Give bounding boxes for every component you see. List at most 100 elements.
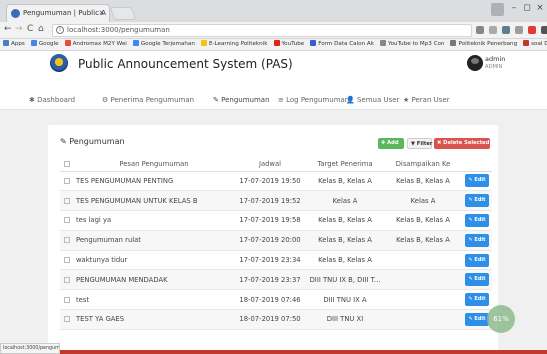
new-tab-button[interactable] [109, 7, 137, 20]
minimize-button[interactable]: – [507, 3, 521, 13]
bookmark-icon [30, 40, 37, 46]
cell-action: ✎ Edit [462, 289, 492, 311]
cell-disampaikan [384, 289, 462, 311]
url-input[interactable]: i localhost:3000/pengumuman [52, 24, 472, 37]
bookmark-item[interactable]: YouTube to Mp3 Con [379, 40, 444, 47]
bookmark-icon [3, 40, 9, 46]
row-checkbox[interactable] [60, 309, 74, 330]
row-checkbox[interactable] [60, 289, 74, 311]
bookmark-icon [450, 40, 457, 46]
tab-close-icon[interactable]: x [99, 5, 104, 21]
row-checkbox[interactable] [60, 269, 74, 291]
cell-target: Kelas B, Kelas A [306, 230, 384, 251]
bookmark-icon [310, 40, 317, 46]
announcement-table: Pesan Pengumuman Jadwal Target Penerima … [60, 157, 492, 330]
nav-semua-user[interactable]: 👤 Semua User [346, 96, 399, 104]
bookmark-item[interactable]: Andromax M2Y Wei [64, 40, 127, 47]
filter-button[interactable]: ▼ Filter [407, 138, 432, 149]
browser-window: Pengumuman | Public A x – ◻ × ← → C ⌂ i … [0, 0, 547, 354]
cell-jadwal: 18-07-2019 07:46 [234, 289, 306, 311]
table-row: tes lagi ya 17-07-2019 19:58 Kelas B, Kela… [60, 210, 492, 231]
close-window-button[interactable]: × [533, 3, 547, 13]
table-row: waktunya tidur 17-07-2019 23:34 Kelas B, K… [60, 250, 492, 271]
cell-pesan: TES PENGUMUMAN PENTING [74, 171, 234, 192]
bookmark-item[interactable]: soal DUS BOX SAMS [523, 40, 547, 47]
reload-icon[interactable]: C [27, 24, 33, 34]
table-header-row: Pesan Pengumuman Jadwal Target Penerima … [60, 157, 492, 172]
cell-jadwal: 17-07-2019 19:52 [234, 190, 306, 212]
bookmark-item[interactable]: Google Terjemahan [132, 40, 195, 47]
bookmark-item[interactable]: Google [30, 40, 59, 47]
bookmark-icon [379, 40, 386, 46]
star-icon[interactable] [489, 26, 497, 34]
cell-target: DIII TNU XI [306, 309, 384, 330]
avatar[interactable] [467, 55, 483, 71]
bookmark-icon [523, 40, 530, 46]
edit-icon: ✎ [468, 177, 473, 184]
profile-icon[interactable] [491, 3, 504, 16]
row-checkbox[interactable] [60, 210, 74, 231]
row-checkbox[interactable] [60, 171, 74, 192]
favicon-icon [11, 9, 20, 18]
extension-icon[interactable] [502, 26, 510, 34]
select-all-checkbox[interactable] [60, 157, 74, 172]
extension-icon[interactable] [541, 26, 547, 34]
delete-selected-button[interactable]: ✖ Delete Selected [434, 138, 490, 149]
bookmark-item[interactable]: Apps [3, 40, 25, 47]
bookmark-icon [200, 40, 207, 46]
cell-disampaikan: Kelas B, Kelas A [384, 210, 462, 231]
edit-button[interactable]: ✎ Edit [465, 233, 489, 247]
edit-button[interactable]: ✎ Edit [465, 273, 489, 287]
edit-button[interactable]: ✎ Edit [465, 213, 489, 227]
nav-dashboard[interactable]: ✱ Dashboard [29, 96, 75, 104]
col-header-pesan: Pesan Pengumuman [74, 157, 234, 172]
edit-button[interactable]: ✎ Edit [465, 293, 489, 307]
cell-target: Kelas B, Kelas A [306, 171, 384, 192]
home-icon[interactable]: ⌂ [38, 24, 44, 34]
row-checkbox[interactable] [60, 250, 74, 271]
edit-button[interactable]: ✎ Edit [465, 253, 489, 267]
address-bar-row: ← → C ⌂ i localhost:3000/pengumuman [0, 22, 547, 39]
zoom-icon[interactable] [476, 26, 484, 34]
bookmark-item[interactable]: YouTube [273, 40, 304, 47]
nav-pengumuman[interactable]: ✎ Pengumuman [213, 96, 270, 104]
browser-tab[interactable]: Pengumuman | Public A x [6, 4, 110, 22]
progress-badge: 61% [487, 305, 515, 333]
cell-target: Kelas B, Kelas A [306, 250, 384, 271]
nav-log-pengumuman[interactable]: ≡ Log Pengumuman [278, 96, 349, 104]
user-info[interactable]: admin ADMIN [485, 55, 505, 71]
table-row: TES PENGUMUMAN PENTING 17-07-2019 19:50 Ke… [60, 171, 492, 192]
back-icon[interactable]: ← [4, 24, 12, 34]
col-header-target: Target Penerima [306, 157, 384, 172]
pas-logo [50, 54, 68, 72]
forward-icon[interactable]: → [15, 24, 23, 34]
bookmark-item[interactable]: Form Data Calon Ak [310, 40, 374, 47]
cell-disampaikan [384, 269, 462, 291]
cell-disampaikan [384, 309, 462, 330]
add-button[interactable]: ✚ Add [378, 138, 404, 149]
cell-jadwal: 17-07-2019 19:58 [234, 210, 306, 231]
bookmark-item[interactable]: E-Learning Politeknik [200, 40, 268, 47]
nav-peran-user[interactable]: ★ Peran User [403, 96, 450, 104]
bookmark-item[interactable]: Politeknik Penerbang [450, 40, 517, 47]
cell-target: Kelas B, Kelas A [306, 210, 384, 231]
nav-penerima-pengumuman[interactable]: ⚙ Penerima Pengumuman [102, 96, 194, 104]
cell-disampaikan: Kelas A [384, 190, 462, 212]
cell-target: DIII TNU IX B, DIII T... [306, 269, 384, 291]
maximize-button[interactable]: ◻ [520, 3, 534, 13]
extension-icon[interactable] [515, 26, 523, 34]
bookmark-icon [273, 40, 280, 46]
cell-action: ✎ Edit [462, 269, 492, 291]
edit-icon: ✎ [468, 256, 473, 263]
extension-icon[interactable] [528, 26, 536, 34]
edit-button[interactable]: ✎ Edit [465, 312, 489, 326]
info-icon[interactable]: i [56, 26, 64, 34]
cell-pesan: test [74, 289, 234, 311]
table-row: TEST YA GAES 18-07-2019 07:50 DIII TNU XI ✎… [60, 309, 492, 330]
row-checkbox[interactable] [60, 190, 74, 212]
row-checkbox[interactable] [60, 230, 74, 251]
edit-button[interactable]: ✎ Edit [465, 174, 489, 188]
main-nav: ✱ Dashboard ⚙ Penerima Pengumuman ✎ Peng… [0, 88, 547, 110]
edit-button[interactable]: ✎ Edit [465, 194, 489, 208]
cell-jadwal: 18-07-2019 07:50 [234, 309, 306, 330]
